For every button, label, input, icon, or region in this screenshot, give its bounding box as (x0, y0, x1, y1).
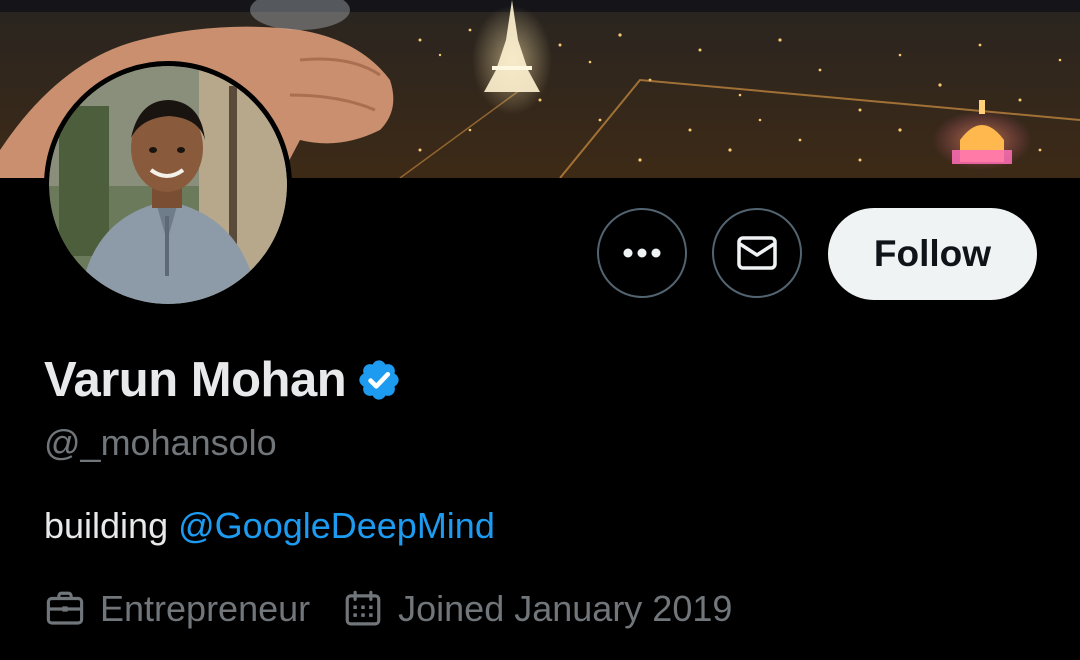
joined-date: Joined January 2019 (398, 588, 733, 629)
envelope-icon (737, 236, 777, 270)
more-options-button[interactable] (597, 208, 687, 298)
joined-item: Joined January 2019 (342, 588, 732, 630)
verified-badge-icon[interactable] (356, 357, 402, 403)
bio-mention-link[interactable]: @GoogleDeepMind (178, 505, 495, 546)
profile-avatar[interactable] (44, 61, 292, 309)
follow-button[interactable]: Follow (828, 208, 1037, 300)
calendar-icon (345, 590, 381, 626)
avatar-image (49, 66, 287, 304)
bio-text: building (44, 505, 169, 546)
profile-handle: @_mohansolo (44, 422, 277, 463)
more-horizontal-icon (623, 248, 661, 258)
message-button[interactable] (712, 208, 802, 298)
profile-bio: building @GoogleDeepMind (44, 505, 495, 547)
profession-item: Entrepreneur (44, 588, 310, 630)
display-name: Varun Mohan (44, 353, 347, 407)
profile-meta: Entrepreneur Joined January 2019 (44, 588, 732, 630)
profile-name-row: Varun Mohan (44, 350, 402, 410)
briefcase-icon (46, 591, 84, 625)
profession-label: Entrepreneur (100, 588, 311, 629)
